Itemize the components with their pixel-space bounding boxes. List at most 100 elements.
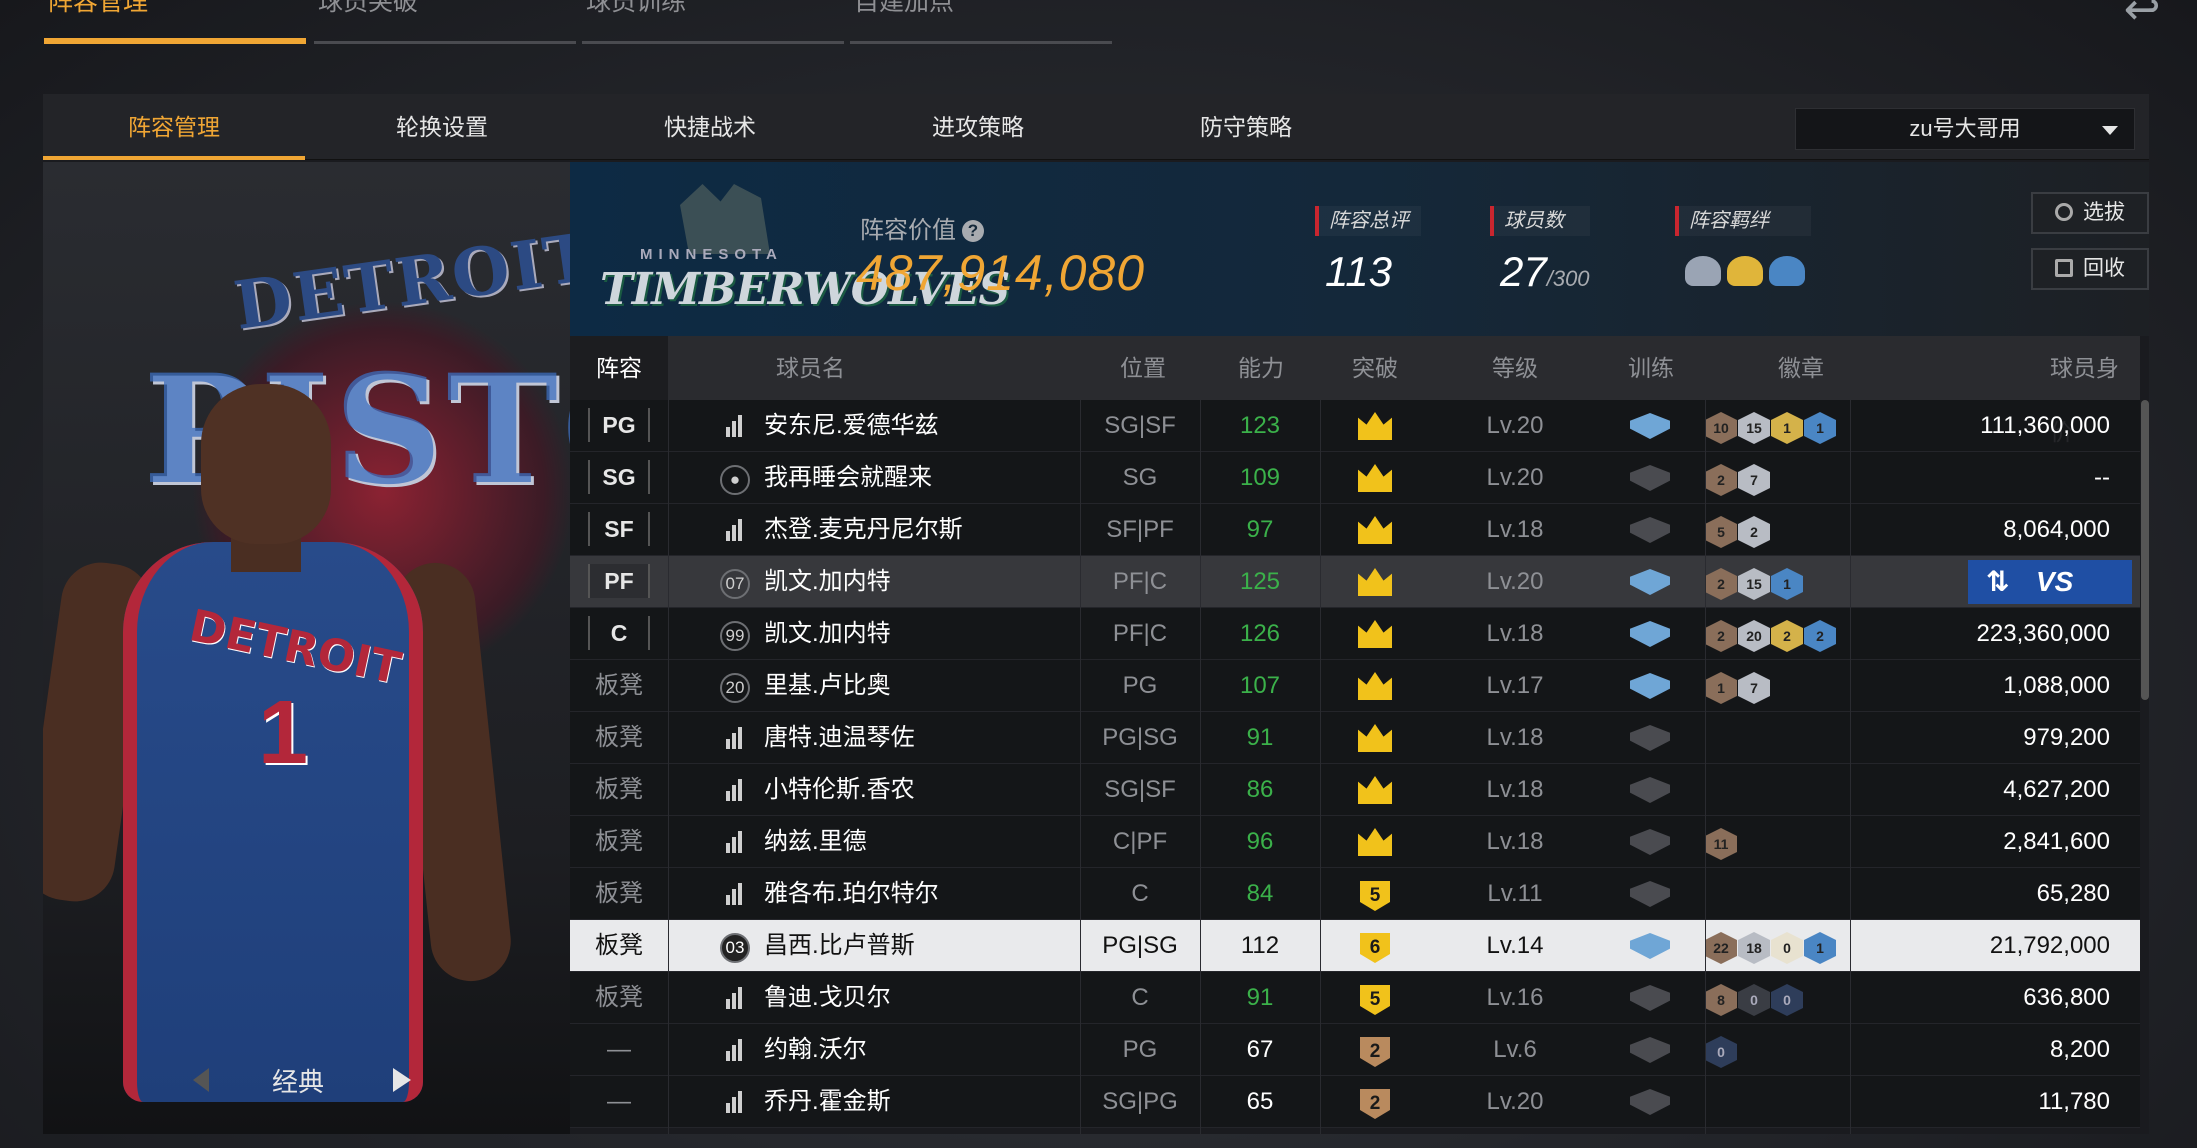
table-row[interactable]: 板凳 纳兹.里德 C|PF 96 Lv.18 11 2,841,600 <box>570 816 2140 868</box>
lineup-slot[interactable]: — <box>570 1024 668 1076</box>
lineup-slot[interactable]: PF <box>570 556 668 608</box>
sub-tab-lineup[interactable]: 阵容管理 <box>43 94 305 160</box>
player-level: Lv.20 <box>1486 568 1544 595</box>
table-row[interactable]: 板凳 03 昌西.比卢普斯 PG|SG 112 6 Lv.14 22 18 0 1 21,792,00… <box>570 920 2140 972</box>
recycle-button[interactable]: 回收 <box>2031 248 2149 290</box>
sub-tab-offense[interactable]: 进攻策略 <box>847 94 1109 160</box>
player-price: 223,360,000 <box>1976 620 2110 647</box>
lineup-slot[interactable]: 板凳 <box>570 764 668 816</box>
table-scrollbar[interactable] <box>2141 400 2149 700</box>
lineup-slot[interactable]: 板凳 <box>570 712 668 764</box>
player-tier-cell <box>720 816 750 868</box>
breakthrough-cell <box>1335 608 1415 660</box>
sub-tab-rotation[interactable]: 轮换设置 <box>311 94 573 160</box>
top-tab-breakthrough[interactable]: 球员突破 <box>314 0 576 44</box>
table-row[interactable]: — 乔丹.霍金斯 SG|PG 65 2 Lv.20 11,780 <box>570 1076 2140 1128</box>
breakthrough-cell <box>1335 556 1415 608</box>
badge-icon: 2 <box>1738 516 1770 548</box>
player-name: 小特伦斯.香农 <box>764 776 915 803</box>
player-level: Lv.11 <box>1487 880 1543 907</box>
training-crown-icon <box>1630 465 1670 491</box>
breakthrough-cell: 5 <box>1335 972 1415 1024</box>
table-row[interactable]: PF 07 凯文.加内特 PF|C 125 Lv.20 2 15 1 ⇅ VS <box>570 556 2140 608</box>
table-row[interactable]: 板凳 小特伦斯.香农 SG|SF 86 Lv.18 4,627,200 <box>570 764 2140 816</box>
table-row[interactable]: — 约翰.沃尔 PG 67 2 Lv.6 0 8,200 <box>570 1024 2140 1076</box>
next-arrow-icon[interactable] <box>393 1068 411 1092</box>
jersey-number-icon: 99 <box>720 621 750 651</box>
player-position: SG|SF <box>1104 776 1176 803</box>
table-row[interactable]: PG 安东尼.爱德华兹 SG|SF 123 Lv.20 10 15 1 1 111,360,000 <box>570 400 2140 452</box>
stats-bars-icon <box>720 411 750 441</box>
lineup-selector-dropdown[interactable]: zu号大哥用 <box>1795 108 2135 150</box>
table-row[interactable]: 板凳 雅各布.珀尔特尔 C 84 5 Lv.11 65,280 <box>570 868 2140 920</box>
lineup-slot[interactable]: 板凳 <box>570 816 668 868</box>
lineup-slot[interactable]: C <box>570 608 668 660</box>
breakthrough-level-badge: 5 <box>1360 985 1390 1015</box>
player-ability: 91 <box>1246 984 1274 1011</box>
col-ability[interactable]: 能力 <box>1238 336 1284 400</box>
lineup-slot[interactable]: 板凳 <box>570 972 668 1024</box>
breakthrough-cell <box>1335 452 1415 504</box>
lineup-slot-label: PG <box>588 408 650 442</box>
badge-icon: 2 <box>1771 620 1803 652</box>
lineup-slot[interactable]: SG <box>570 452 668 504</box>
refresh-icon <box>2055 203 2073 221</box>
col-name[interactable]: 球员名 <box>776 336 845 400</box>
back-icon[interactable]: ↩ <box>2107 0 2177 32</box>
col-breakthrough[interactable]: 突破 <box>1352 336 1398 400</box>
lineup-value-label: 阵容价值? <box>860 210 984 245</box>
wolf-logo-icon <box>680 184 770 254</box>
lineup-slot[interactable]: — <box>570 1076 668 1128</box>
lineup-slot[interactable]: 板凳 <box>570 868 668 920</box>
lineup-slot-label: 板凳 <box>595 828 643 855</box>
chevron-down-icon <box>2102 126 2118 135</box>
col-badges[interactable]: 徽章 <box>1778 336 1824 400</box>
player-tier-cell <box>720 1024 750 1076</box>
prev-arrow-icon[interactable] <box>193 1068 209 1092</box>
player-price: 1,088,000 <box>2003 672 2110 699</box>
badge-icon: 7 <box>1738 672 1770 704</box>
training-crown-icon <box>1630 413 1670 439</box>
player-ability: 86 <box>1246 776 1274 803</box>
bond-group-icon[interactable] <box>1727 256 1763 286</box>
stat-rating-label: 阵容总评 <box>1315 206 1421 236</box>
bond-icons[interactable] <box>1675 256 1811 294</box>
col-training[interactable]: 训练 <box>1628 336 1674 400</box>
player-name: 昌西.比卢普斯 <box>764 932 915 959</box>
bond-group-icon[interactable] <box>1685 256 1721 286</box>
table-row[interactable]: 板凳 唐特.迪温琴佐 PG|SG 91 Lv.18 979,200 <box>570 712 2140 764</box>
crown-icon <box>1358 776 1392 804</box>
lineup-slot[interactable]: 板凳 <box>570 660 668 712</box>
col-lineup[interactable]: 阵容 <box>570 336 668 400</box>
lineup-slot[interactable]: PG <box>570 400 668 452</box>
top-tab-custom-points[interactable]: 自建加点 <box>850 0 1112 44</box>
lineup-slot[interactable]: SF <box>570 504 668 556</box>
swap-vs-button[interactable]: ⇅ VS <box>1968 560 2132 604</box>
table-row[interactable]: SF 杰登.麦克丹尼尔斯 SF|PF 97 Lv.18 5 2 8,064,000 <box>570 504 2140 556</box>
top-tab-lineup[interactable]: 阵容管理 <box>44 0 306 44</box>
card-mode-label: 经典 <box>271 1067 324 1097</box>
table-row[interactable]: C 99 凯文.加内特 PF|C 126 Lv.18 2 20 2 2 223,360,000 <box>570 608 2140 660</box>
player-position: C <box>1131 984 1149 1011</box>
breakthrough-cell <box>1335 712 1415 764</box>
training-cell <box>1590 452 1710 504</box>
player-level: Lv.14 <box>1486 932 1544 959</box>
player-name: 纳兹.里德 <box>764 828 867 855</box>
table-row[interactable]: SG ● 我再睡会就醒来 SG 109 Lv.20 2 7 -- <box>570 452 2140 504</box>
sub-tab-defense[interactable]: 防守策略 <box>1115 94 1377 160</box>
table-row[interactable]: 板凳 20 里基.卢比奥 PG 107 Lv.17 1 7 1,088,000 <box>570 660 2140 712</box>
bond-group-icon[interactable] <box>1769 256 1805 286</box>
stats-bars-icon <box>720 515 750 545</box>
top-tab-training[interactable]: 球员训练 <box>582 0 844 44</box>
col-position[interactable]: 位置 <box>1120 336 1166 400</box>
select-button[interactable]: 选拔 <box>2031 192 2149 234</box>
player-ability: 67 <box>1246 1036 1274 1063</box>
training-cell <box>1590 608 1710 660</box>
lineup-slot[interactable]: 板凳 <box>570 920 668 972</box>
player-ability: 65 <box>1246 1088 1274 1115</box>
help-icon[interactable]: ? <box>962 220 984 242</box>
table-row[interactable]: 板凳 鲁迪.戈贝尔 C 91 5 Lv.16 8 0 0 636,800 <box>570 972 2140 1024</box>
col-price[interactable]: 球员身价 <box>2050 336 2140 445</box>
sub-tab-quick-tactics[interactable]: 快捷战术 <box>579 94 841 160</box>
col-level[interactable]: 等级 <box>1492 336 1538 400</box>
